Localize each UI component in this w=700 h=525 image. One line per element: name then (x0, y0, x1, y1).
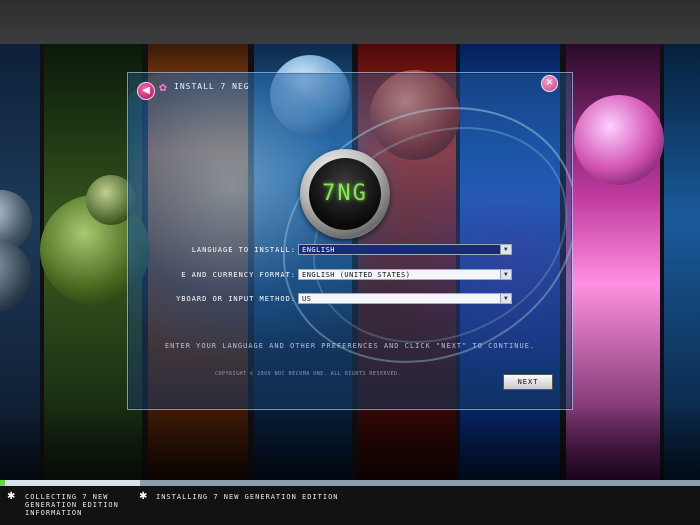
flower-icon: ✿ (158, 83, 168, 94)
chevron-down-icon[interactable]: ▼ (500, 294, 511, 303)
install-dialog: ◀ ✿ INSTALL 7 NEG ✕ 7NG LANGUAGE TO INST… (127, 72, 573, 410)
setup-progress-bar: ✱ COLLECTING 7 NEW GENERATION EDITION IN… (0, 480, 700, 525)
dialog-overlay (128, 73, 572, 409)
close-icon: ✕ (545, 78, 554, 88)
keyboard-label: YBOARD OR INPUT METHOD: (176, 295, 296, 303)
language-select[interactable]: ENGLISH ▼ (298, 244, 512, 255)
asterisk-icon: ✱ (7, 491, 16, 502)
asterisk-icon: ✱ (139, 491, 148, 502)
format-select[interactable]: ENGLISH (UNITED STATES) ▼ (298, 269, 512, 280)
step-collecting-info: COLLECTING 7 NEW GENERATION EDITION INFO… (25, 493, 119, 517)
close-button[interactable]: ✕ (541, 75, 558, 92)
wallpaper-shadow (0, 405, 700, 480)
format-select-value: ENGLISH (UNITED STATES) (302, 271, 411, 279)
progress-marker (0, 480, 5, 486)
progress-track (0, 480, 700, 486)
arrow-left-icon: ◀ (142, 85, 150, 96)
logo-text: 7NG (309, 158, 381, 230)
copyright-text: COPYRIGHT © 2009 NOC RECOMA ONE. ALL RIG… (214, 371, 402, 377)
keyboard-select[interactable]: US ▼ (298, 293, 512, 304)
next-button[interactable]: NEXT (503, 374, 553, 390)
wallpaper-top-band (0, 0, 700, 44)
product-logo: 7NG (300, 149, 390, 239)
language-select-value: ENGLISH (302, 246, 336, 254)
planet-decoration (574, 95, 664, 185)
dialog-title: INSTALL 7 NEG (174, 82, 250, 91)
progress-fill (0, 480, 140, 486)
format-label: E AND CURRENCY FORMAT: (181, 271, 296, 279)
chevron-down-icon[interactable]: ▼ (500, 245, 511, 254)
back-button[interactable]: ◀ (137, 82, 155, 100)
step-installing: INSTALLING 7 NEW GENERATION EDITION (156, 493, 339, 501)
instruction-text: ENTER YOUR LANGUAGE AND OTHER PREFERENCE… (164, 342, 536, 350)
chevron-down-icon[interactable]: ▼ (500, 270, 511, 279)
language-label: LANGUAGE TO INSTALL: (191, 246, 296, 254)
keyboard-select-value: US (302, 295, 312, 303)
